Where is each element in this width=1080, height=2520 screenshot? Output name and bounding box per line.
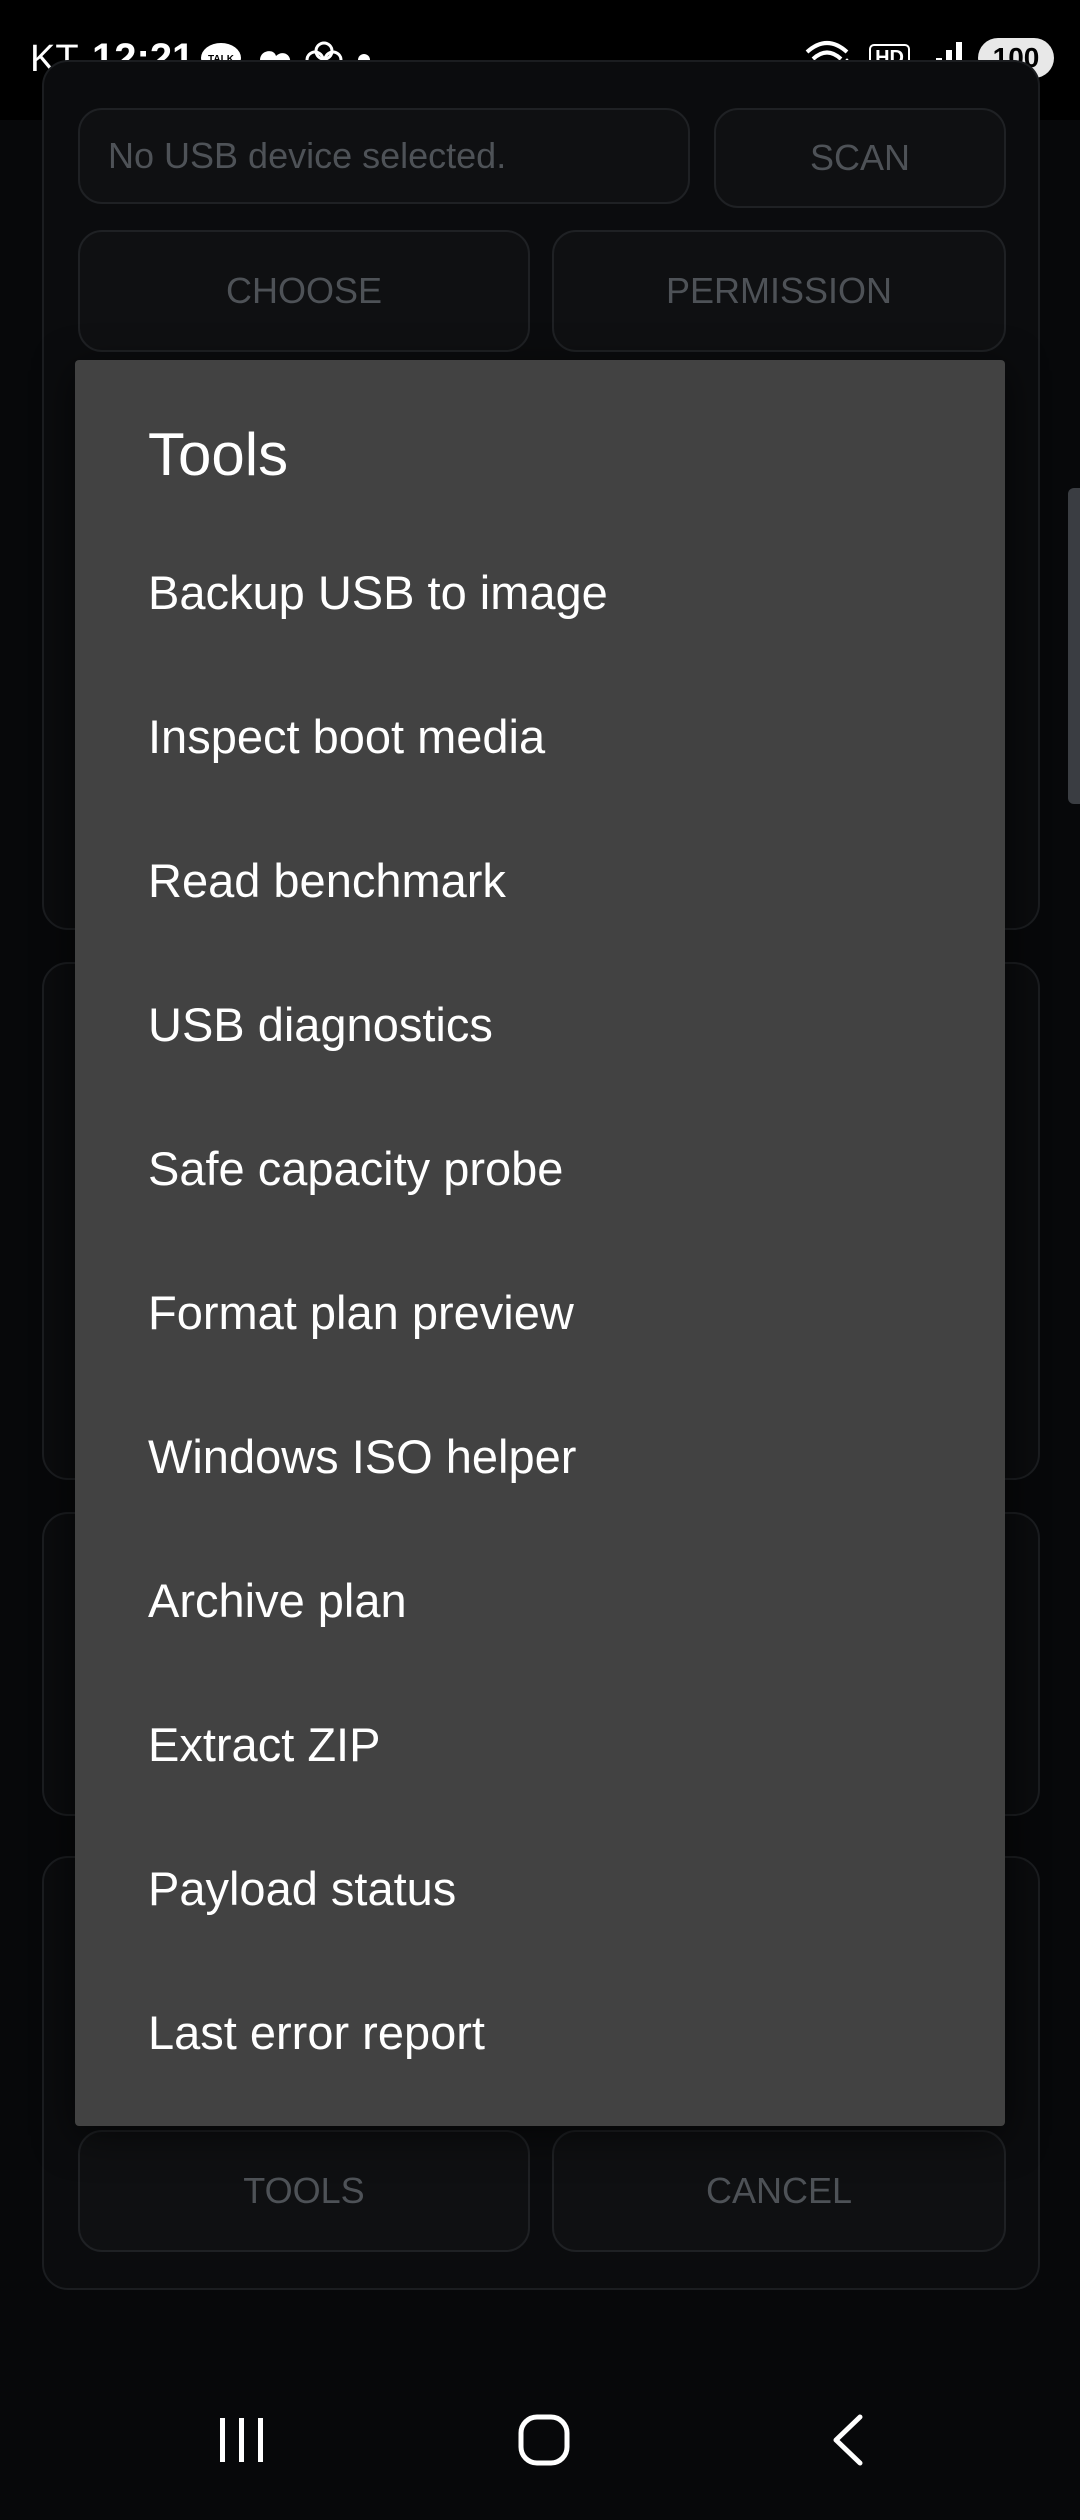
menu-item-archive-plan[interactable]: Archive plan — [75, 1528, 1005, 1672]
dialog-title: Tools — [148, 421, 289, 488]
tools-button[interactable]: TOOLS — [78, 2130, 530, 2252]
navigation-bar — [0, 2360, 1080, 2520]
cancel-button[interactable]: CANCEL — [552, 2130, 1006, 2252]
device-field[interactable]: No USB device selected. — [78, 108, 690, 204]
back-button[interactable] — [748, 2360, 948, 2520]
home-icon — [518, 2414, 570, 2466]
recents-icon — [220, 2418, 263, 2462]
menu-item-inspect-boot-media[interactable]: Inspect boot media — [75, 664, 1005, 808]
scrollbar[interactable] — [1068, 488, 1080, 804]
menu-item-safe-capacity-probe[interactable]: Safe capacity probe — [75, 1096, 1005, 1240]
permission-button[interactable]: PERMISSION — [552, 230, 1006, 352]
home-button[interactable] — [444, 2360, 644, 2520]
menu-item-read-benchmark[interactable]: Read benchmark — [75, 808, 1005, 952]
back-icon — [833, 2414, 863, 2466]
menu-item-extract-zip[interactable]: Extract ZIP — [75, 1672, 1005, 1816]
menu-item-usb-diagnostics[interactable]: USB diagnostics — [75, 952, 1005, 1096]
scan-button[interactable]: SCAN — [714, 108, 1006, 208]
menu-item-format-plan-preview[interactable]: Format plan preview — [75, 1240, 1005, 1384]
recents-button[interactable] — [142, 2360, 342, 2520]
choose-button[interactable]: CHOOSE — [78, 230, 530, 352]
menu-item-last-error-report[interactable]: Last error report — [75, 1960, 1005, 2104]
menu-item-windows-iso-helper[interactable]: Windows ISO helper — [75, 1384, 1005, 1528]
tools-dialog: Tools Backup USB to image Inspect boot m… — [75, 360, 1005, 2126]
menu-item-backup-usb[interactable]: Backup USB to image — [75, 520, 1005, 664]
menu-item-payload-status[interactable]: Payload status — [75, 1816, 1005, 1960]
